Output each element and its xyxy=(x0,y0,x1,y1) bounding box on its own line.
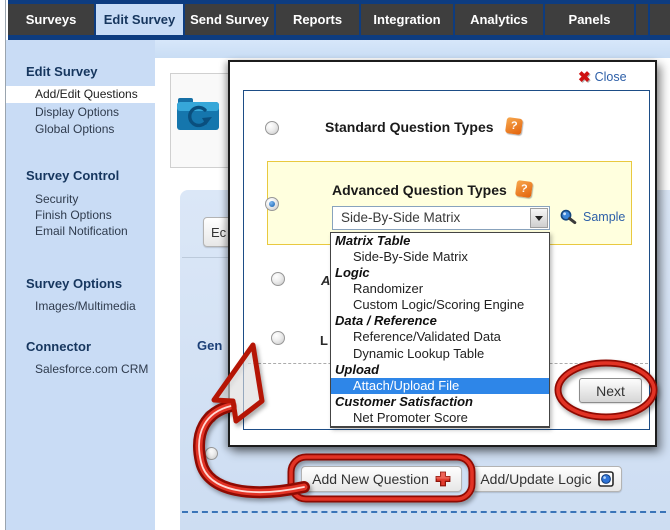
nav-filler xyxy=(636,4,670,35)
help-icon-standard[interactable]: ? xyxy=(505,117,523,135)
nav-separator xyxy=(648,4,650,35)
sample-link[interactable]: Sample xyxy=(559,208,625,226)
help-icon-advanced[interactable]: ? xyxy=(515,180,533,198)
general-section-label: Gen xyxy=(197,338,222,353)
close-label: Close xyxy=(595,70,627,84)
dropdown-item-attach-upload-file[interactable]: Attach/Upload File xyxy=(331,378,549,394)
refresh-folder-icon[interactable] xyxy=(175,94,221,134)
sidebar-item-add-edit-questions[interactable]: Add/Edit Questions xyxy=(6,86,155,103)
question-type-dropdown-list: Matrix Table Side-By-Side Matrix Logic R… xyxy=(330,232,550,428)
sidebar-item-display-options[interactable]: Display Options xyxy=(6,104,155,121)
dropdown-item-randomizer[interactable]: Randomizer xyxy=(331,281,549,297)
dropdown-group-data-reference: Data / Reference xyxy=(331,313,549,329)
add-update-logic-label: Add/Update Logic xyxy=(480,471,591,487)
dropdown-item-dynamic-lookup-table[interactable]: Dynamic Lookup Table xyxy=(331,346,549,362)
sidebar-item-salesforce-crm[interactable]: Salesforce.com CRM xyxy=(6,361,155,378)
radio-hidden-option-1[interactable] xyxy=(271,272,285,286)
sidebar-section-survey-control: Survey Control xyxy=(6,168,155,183)
tab-edit-survey[interactable]: Edit Survey xyxy=(96,4,185,35)
close-icon: ✖ xyxy=(578,68,591,86)
dropdown-item-side-by-side-matrix[interactable]: Side-By-Side Matrix xyxy=(331,249,549,265)
tab-surveys[interactable]: Surveys xyxy=(8,4,96,35)
sidebar-item-security[interactable]: Security xyxy=(6,191,155,208)
dropdown-item-custom-logic[interactable]: Custom Logic/Scoring Engine xyxy=(331,297,549,313)
sidebar: Edit Survey Add/Edit Questions Display O… xyxy=(6,40,155,530)
radio-hidden-option-2[interactable] xyxy=(271,331,285,345)
panel-divider xyxy=(182,257,228,258)
sidebar-section-connector: Connector xyxy=(6,339,155,354)
magnifier-icon xyxy=(559,208,578,226)
bottom-dashed-divider xyxy=(182,511,666,513)
hidden-option-fragment-2: L xyxy=(320,333,328,348)
sidebar-item-images-multimedia[interactable]: Images/Multimedia xyxy=(6,298,155,315)
tab-analytics[interactable]: Analytics xyxy=(455,4,545,35)
dropdown-item-reference-validated-data[interactable]: Reference/Validated Data xyxy=(331,329,549,345)
top-nav: Surveys Edit Survey Send Survey Reports … xyxy=(8,0,670,40)
chevron-down-icon xyxy=(535,216,543,221)
tab-send-survey[interactable]: Send Survey xyxy=(185,4,276,35)
modal-close[interactable]: ✖ Close xyxy=(578,68,627,86)
add-new-question-label: Add New Question xyxy=(312,471,429,487)
question-type-select[interactable]: Side-By-Side Matrix xyxy=(332,206,550,230)
radio-standard-question-types[interactable] xyxy=(265,121,279,135)
add-new-question-button[interactable]: Add New Question xyxy=(301,466,462,492)
dropdown-group-logic: Logic xyxy=(331,265,549,281)
sidebar-section-edit-survey: Edit Survey xyxy=(6,64,155,79)
sidebar-item-global-options[interactable]: Global Options xyxy=(6,121,155,138)
select-dropdown-button[interactable] xyxy=(530,208,548,228)
radio-advanced-question-types[interactable] xyxy=(265,197,279,211)
red-plus-icon xyxy=(435,471,451,487)
question-type-select-value: Side-By-Side Matrix xyxy=(341,207,460,229)
tab-reports[interactable]: Reports xyxy=(276,4,361,35)
logic-icon xyxy=(598,471,614,487)
dropdown-item-net-promoter-score[interactable]: Net Promoter Score xyxy=(331,410,549,426)
sidebar-item-email-notification[interactable]: Email Notification xyxy=(6,223,155,240)
dropdown-group-matrix-table: Matrix Table xyxy=(331,233,549,249)
dropdown-group-customer-satisfaction: Customer Satisfaction xyxy=(331,394,549,410)
dropdown-group-upload: Upload xyxy=(331,362,549,378)
sidebar-section-survey-options: Survey Options xyxy=(6,276,155,291)
next-button[interactable]: Next xyxy=(579,378,642,403)
page: Surveys Edit Survey Send Survey Reports … xyxy=(0,0,670,530)
panel-radio-unselected[interactable] xyxy=(205,447,218,460)
sidebar-item-finish-options[interactable]: Finish Options xyxy=(6,207,155,224)
sample-label: Sample xyxy=(583,210,625,224)
add-update-logic-button[interactable]: Add/Update Logic xyxy=(472,466,622,492)
standard-question-types-label: Standard Question Types xyxy=(325,119,494,135)
content-top-strip xyxy=(155,40,670,58)
tab-panels[interactable]: Panels xyxy=(545,4,636,35)
advanced-question-types-label: Advanced Question Types xyxy=(332,182,507,198)
tab-integration[interactable]: Integration xyxy=(361,4,455,35)
hidden-option-fragment-1: A xyxy=(321,273,330,288)
panel-radio-selected[interactable] xyxy=(204,410,217,423)
